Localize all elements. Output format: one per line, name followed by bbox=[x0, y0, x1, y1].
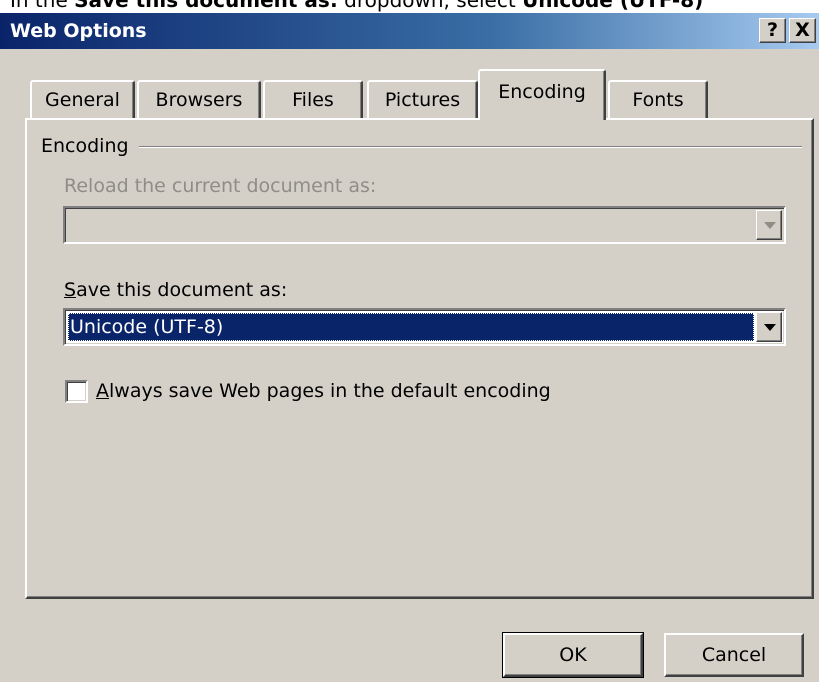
tab-files[interactable]: Files bbox=[263, 80, 363, 118]
reload-dropdown-value bbox=[68, 211, 754, 239]
encoding-tab-panel: Encoding Reload the current document as:… bbox=[25, 118, 814, 599]
save-as-dropdown-value: Unicode (UTF-8) bbox=[68, 313, 754, 341]
ok-button[interactable]: OK bbox=[502, 632, 644, 678]
instruction-caption: In the Save this document as: dropdown, … bbox=[10, 0, 819, 13]
web-options-dialog: Web Options ? X General Browsers Files P… bbox=[0, 13, 819, 682]
reload-label: Reload the current document as: bbox=[64, 175, 377, 197]
cancel-button[interactable]: Cancel bbox=[664, 633, 804, 677]
chevron-down-icon[interactable] bbox=[756, 312, 782, 342]
encoding-group-label: Encoding bbox=[41, 134, 139, 158]
chevron-down-icon bbox=[756, 210, 782, 240]
reload-dropdown bbox=[63, 206, 786, 244]
group-divider bbox=[41, 146, 802, 148]
save-as-dropdown[interactable]: Unicode (UTF-8) bbox=[63, 308, 786, 346]
caption-mid: dropdown, select bbox=[337, 0, 523, 12]
close-button[interactable]: X bbox=[789, 18, 816, 43]
dialog-title: Web Options bbox=[10, 20, 147, 42]
save-as-label-text: ave this document as: bbox=[76, 279, 288, 301]
always-save-checkbox[interactable] bbox=[65, 380, 88, 403]
tab-encoding[interactable]: Encoding bbox=[478, 69, 606, 120]
always-save-label[interactable]: Always save Web pages in the default enc… bbox=[96, 379, 551, 403]
tab-general[interactable]: General bbox=[30, 80, 135, 118]
title-bar[interactable]: Web Options ? X bbox=[0, 13, 819, 49]
help-button[interactable]: ? bbox=[759, 18, 786, 43]
tab-fonts[interactable]: Fonts bbox=[608, 80, 708, 118]
tab-browsers[interactable]: Browsers bbox=[137, 80, 261, 118]
caption-emph-2: Unicode (UTF-8) bbox=[522, 0, 704, 12]
tab-pictures[interactable]: Pictures bbox=[367, 80, 478, 118]
caption-emph-1: Save this document as: bbox=[74, 0, 338, 12]
always-save-accel: A bbox=[96, 380, 109, 402]
caption-prefix: In the bbox=[10, 0, 75, 12]
save-as-accel: S bbox=[64, 279, 77, 301]
save-as-label: Save this document as: bbox=[64, 278, 287, 302]
screenshot: In the Save this document as: dropdown, … bbox=[0, 0, 819, 682]
tab-strip: General Browsers Files Pictures Encoding… bbox=[0, 49, 819, 120]
always-save-label-text: lways save Web pages in the default enco… bbox=[109, 380, 551, 402]
